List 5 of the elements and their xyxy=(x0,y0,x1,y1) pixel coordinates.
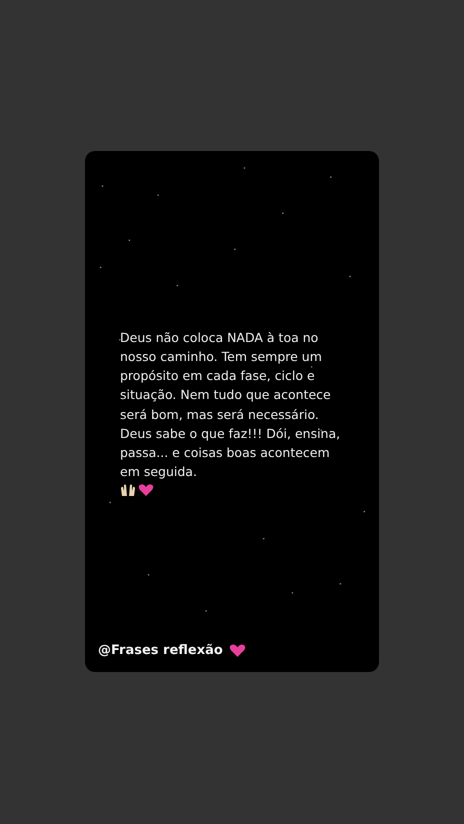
author-handle: @Frases reflexão xyxy=(98,642,223,658)
heart-icon xyxy=(138,483,154,498)
raised-hands-icon xyxy=(120,483,136,498)
quote-text: Deus não coloca NADA à toa no nosso caminho. Tem sempre um propósito em cada fase, ciclo e situação. Nem tudo que acontece será bom, mas será necessário. Deus sabe o que faz!!! Dói, ensina, passa... e coisas boas acontecem em seguida. xyxy=(120,328,342,482)
heart-icon xyxy=(228,642,246,658)
